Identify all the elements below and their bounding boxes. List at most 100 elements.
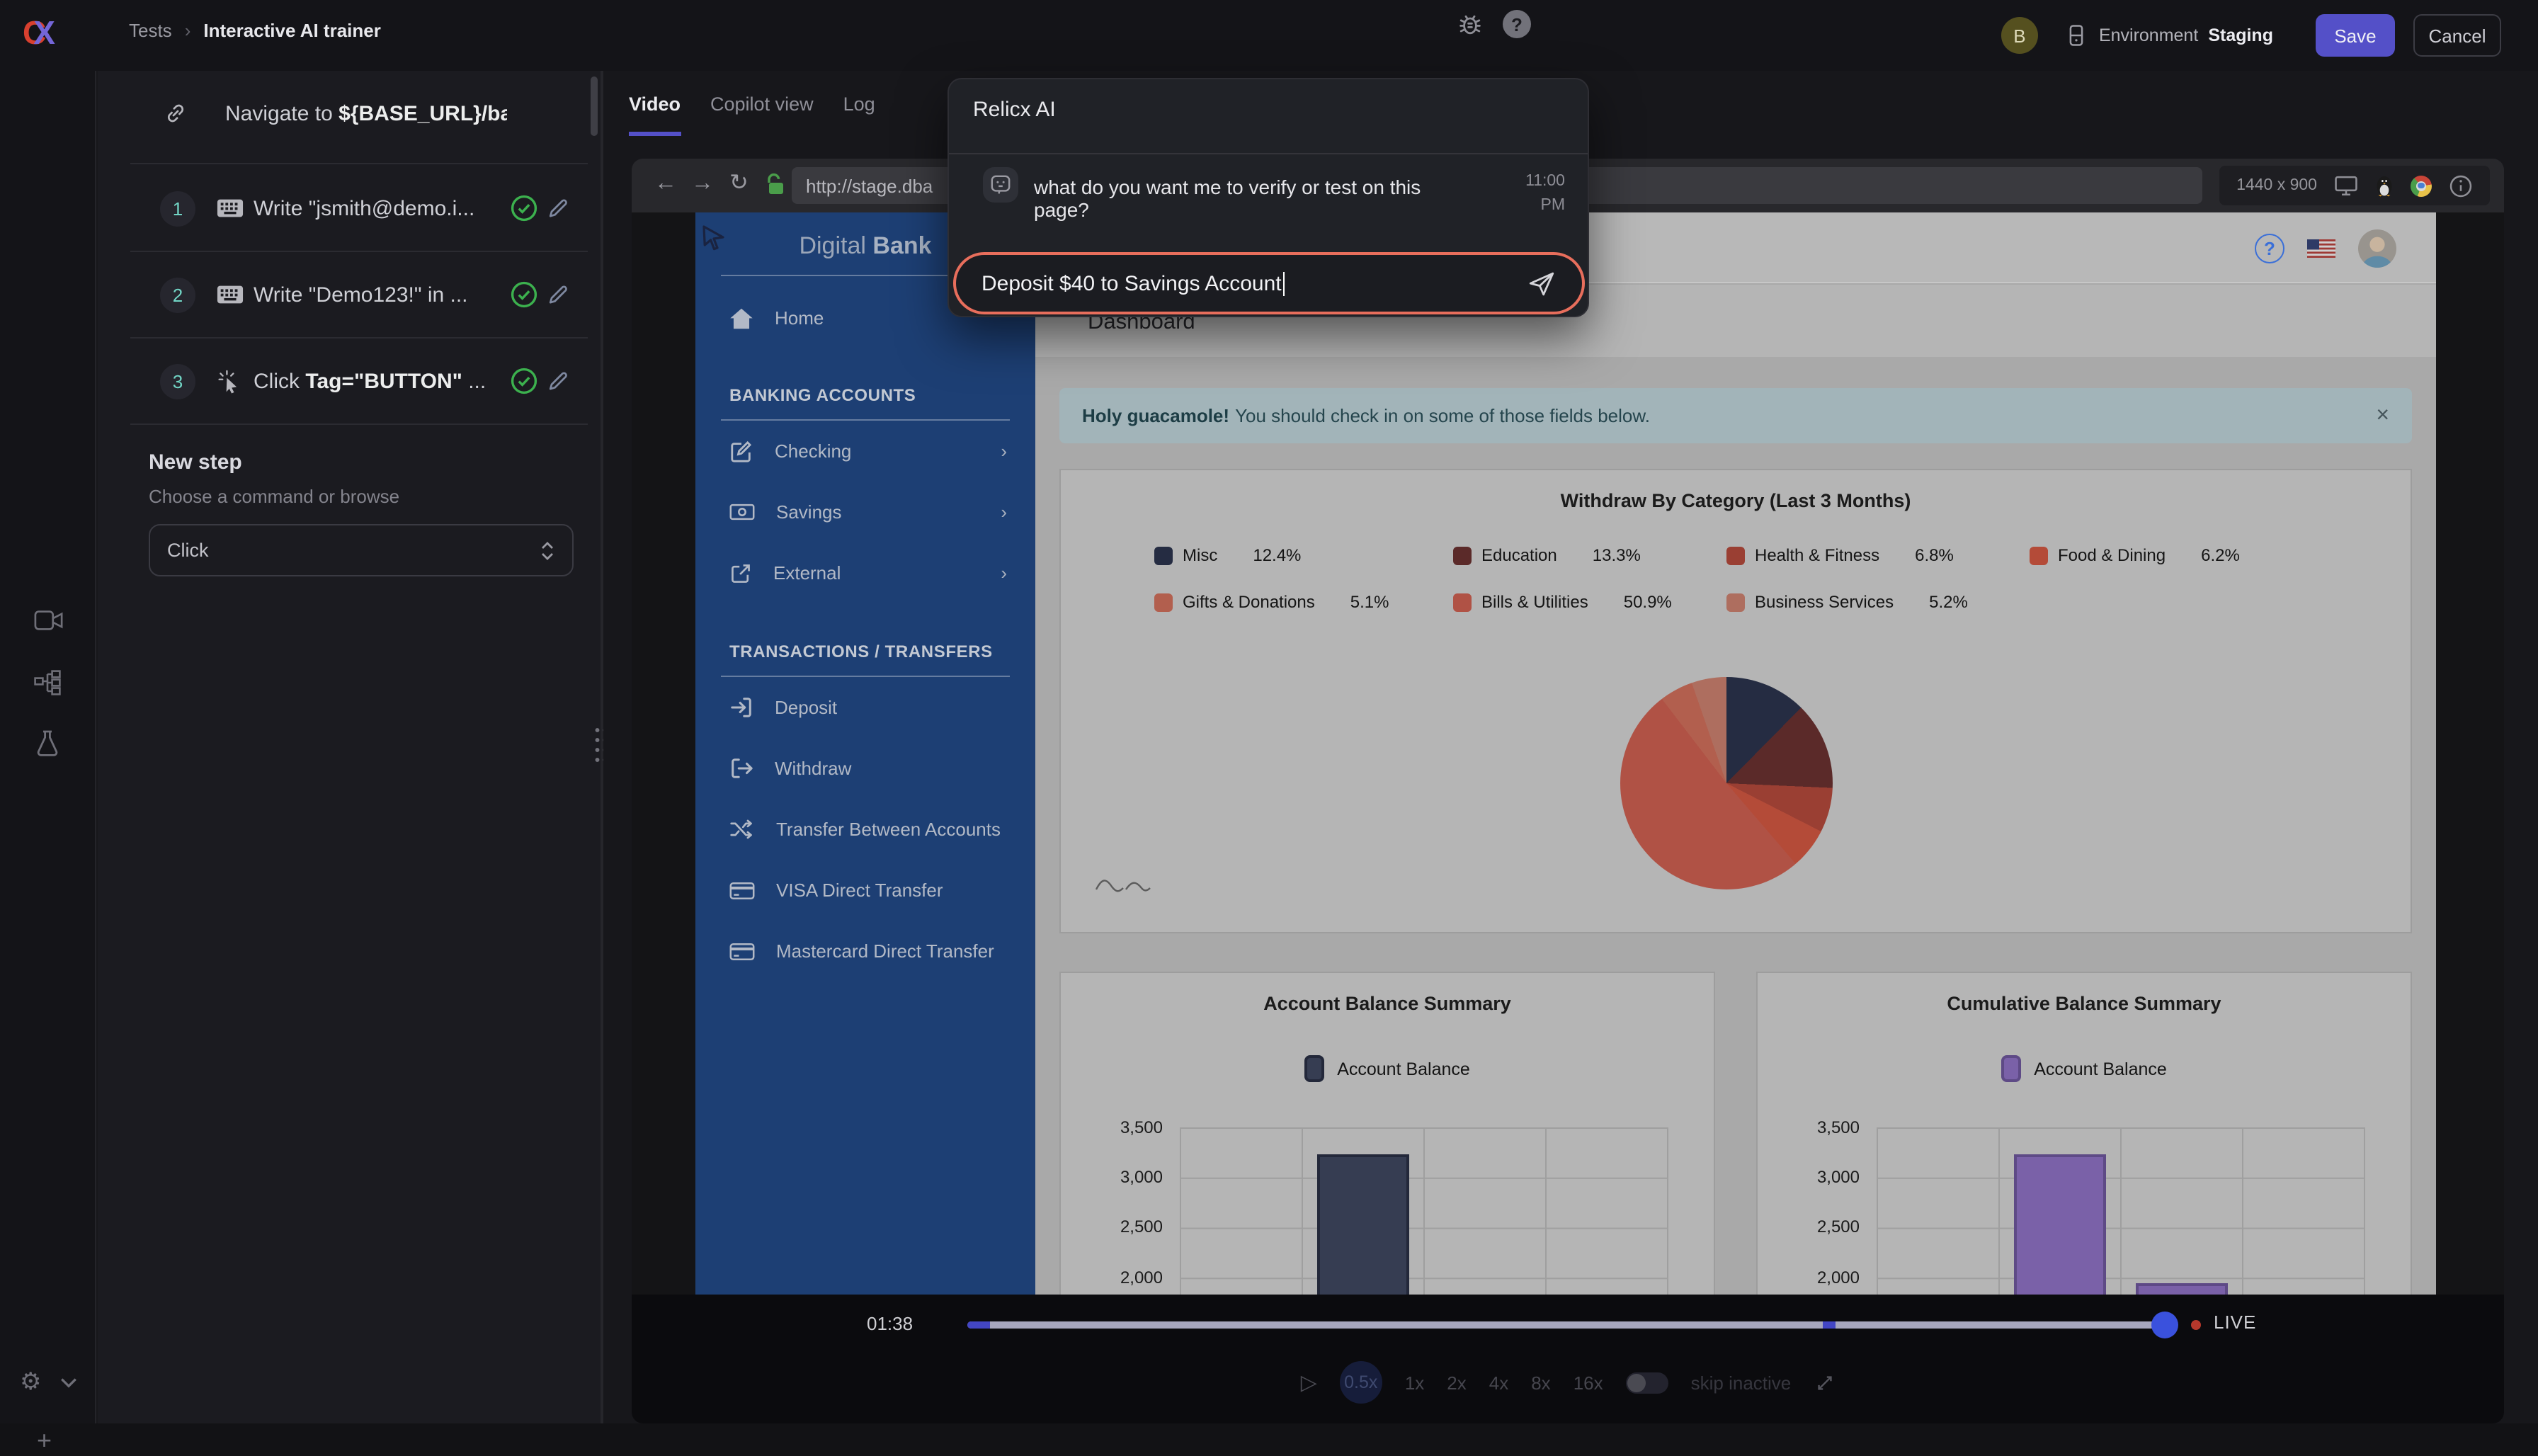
step-number-badge: 1 <box>160 190 195 226</box>
legend-label: Health & Fitness <box>1755 545 1879 565</box>
progress-played-segment <box>967 1321 990 1329</box>
progress-track[interactable] <box>967 1321 2177 1329</box>
help-icon[interactable]: ? <box>1503 10 1531 38</box>
speed-0-5x-button[interactable]: 0.5x <box>1340 1361 1382 1404</box>
edit-pencil-icon[interactable] <box>545 368 571 394</box>
legend-swatch <box>1726 547 1745 565</box>
alert-bold-text: Holy guacamole! <box>1082 405 1229 426</box>
chrome-browser-icon <box>2411 175 2432 196</box>
speed-2x-button[interactable]: 2x <box>1447 1372 1466 1393</box>
playback-time: 01:38 <box>867 1313 913 1334</box>
bank-nav-visa-transfer[interactable]: VISA Direct Transfer <box>695 860 1035 921</box>
y-tick-label: 3,000 <box>1072 1167 1163 1187</box>
step-row-3[interactable]: 3 Click Tag="BUTTON" ... <box>98 339 601 423</box>
edit-pencil-icon[interactable] <box>545 195 571 221</box>
legend-item: Food & Dining6.2% <box>2030 545 2240 565</box>
info-icon[interactable] <box>2449 174 2473 198</box>
y-tick-label: 3,500 <box>1072 1117 1163 1137</box>
environment-selector[interactable]: Environment Staging <box>2064 23 2273 48</box>
breadcrumb-tests-link[interactable]: Tests <box>129 20 172 41</box>
add-icon[interactable]: + <box>37 1426 52 1456</box>
external-link-icon <box>729 562 752 584</box>
bank-nav-checking[interactable]: Checking › <box>695 421 1035 482</box>
bank-nav-deposit[interactable]: Deposit <box>695 677 1035 738</box>
fullscreen-icon[interactable] <box>1814 1372 1835 1393</box>
link-icon <box>163 101 188 126</box>
legend-label: Account Balance <box>2034 1059 2167 1079</box>
user-avatar[interactable]: B <box>2001 17 2038 54</box>
navigate-step-target: ${BASE_URL}/ban... <box>338 101 507 125</box>
bank-nav-savings[interactable]: Savings › <box>695 482 1035 542</box>
bug-icon[interactable] <box>1456 10 1484 38</box>
breadcrumb: Tests › Interactive AI trainer <box>129 20 381 41</box>
plot-area <box>1180 1127 1668 1295</box>
step-row-2[interactable]: 2 Write "Demo123!" in ... <box>98 252 601 337</box>
bar <box>2135 1282 2227 1295</box>
keyboard-icon <box>217 198 244 218</box>
save-button[interactable]: Save <box>2316 14 2395 57</box>
forward-icon[interactable]: → <box>691 171 714 197</box>
sign-out-icon <box>729 756 753 780</box>
back-icon[interactable]: ← <box>654 171 677 197</box>
bank-user-avatar[interactable] <box>2358 229 2396 268</box>
flask-icon[interactable] <box>34 729 61 758</box>
settings-gear-icon[interactable]: ⚙ <box>20 1368 42 1397</box>
speed-4x-button[interactable]: 4x <box>1489 1372 1508 1393</box>
alert-close-icon[interactable]: × <box>2376 403 2389 428</box>
speed-16x-button[interactable]: 16x <box>1574 1372 1603 1393</box>
bank-nav-transfer[interactable]: Transfer Between Accounts <box>695 799 1035 860</box>
money-bill-icon <box>729 503 755 521</box>
bank-nav-label: Savings <box>776 501 842 523</box>
legend-label: Bills & Utilities <box>1481 592 1588 612</box>
edit-pencil-icon[interactable] <box>545 282 571 307</box>
step-row-1[interactable]: 1 Write "jsmith@demo.i... <box>98 166 601 251</box>
legend-swatch <box>2001 1055 2021 1082</box>
sitemap-icon[interactable] <box>34 670 62 695</box>
send-icon[interactable] <box>1527 268 1557 298</box>
recordings-camera-icon[interactable] <box>34 609 64 632</box>
modal-title: Relicx AI <box>973 98 1056 122</box>
prompt-input[interactable]: Deposit $40 to Savings Account <box>953 252 1585 314</box>
speed-8x-button[interactable]: 8x <box>1531 1372 1550 1393</box>
navigate-step[interactable]: Navigate to ${BASE_URL}/ban... <box>98 71 601 156</box>
bank-nav-withdraw[interactable]: Withdraw <box>695 738 1035 799</box>
chevron-down-icon[interactable] <box>59 1377 78 1389</box>
us-flag-icon[interactable] <box>2307 239 2335 258</box>
page-title: Interactive AI trainer <box>203 20 380 41</box>
cx-logo-icon[interactable]: CX <box>23 14 54 52</box>
play-icon[interactable]: ▷ <box>1301 1370 1317 1395</box>
progress-marker <box>1823 1321 1836 1329</box>
withdraw-category-card: Withdraw By Category (Last 3 Months) Mis… <box>1059 469 2412 933</box>
bank-nav-mastercard-transfer[interactable]: Mastercard Direct Transfer <box>695 921 1035 982</box>
keyboard-icon <box>217 285 244 305</box>
bank-nav-external[interactable]: External › <box>695 542 1035 603</box>
bank-help-icon[interactable]: ? <box>2255 234 2284 263</box>
bank-nav-label: Home <box>775 307 824 329</box>
scrollbar-thumb[interactable] <box>591 76 598 136</box>
step-label-suffix: ... <box>462 369 486 393</box>
command-select[interactable]: Click <box>149 524 574 576</box>
cancel-button[interactable]: Cancel <box>2413 14 2501 57</box>
test-steps-panel: Navigate to ${BASE_URL}/ban... 1 Write "… <box>98 71 601 1423</box>
skip-inactive-toggle[interactable] <box>1626 1372 1668 1393</box>
alert-banner: Holy guacamole! You should check in on s… <box>1059 388 2412 443</box>
chart-title: Cumulative Balance Summary <box>1758 993 2411 1014</box>
monitor-icon[interactable] <box>2334 174 2358 197</box>
speed-1x-button[interactable]: 1x <box>1405 1372 1424 1393</box>
legend-swatch <box>1453 547 1472 565</box>
progress-knob[interactable] <box>2151 1312 2178 1338</box>
reload-icon[interactable]: ↻ <box>729 171 749 197</box>
command-select-value: Click <box>167 540 209 561</box>
step-number-badge: 3 <box>160 363 195 399</box>
bar <box>1316 1154 1409 1295</box>
tab-video[interactable]: Video <box>629 93 681 136</box>
step-label: Write "Demo123!" in ... <box>254 283 507 307</box>
viewport-resolution: 1440 x 900 <box>2236 177 2317 194</box>
tab-copilot-view[interactable]: Copilot view <box>710 93 814 136</box>
tab-log[interactable]: Log <box>843 93 875 136</box>
new-step-subtitle: Choose a command or browse <box>149 486 399 507</box>
legend-label: Education <box>1481 545 1557 565</box>
chart-title: Withdraw By Category (Last 3 Months) <box>1061 490 2411 511</box>
text-caret <box>1283 271 1285 295</box>
video-viewport[interactable]: Digital Bank Home BANKING ACCOUNTS Check… <box>632 212 2504 1295</box>
